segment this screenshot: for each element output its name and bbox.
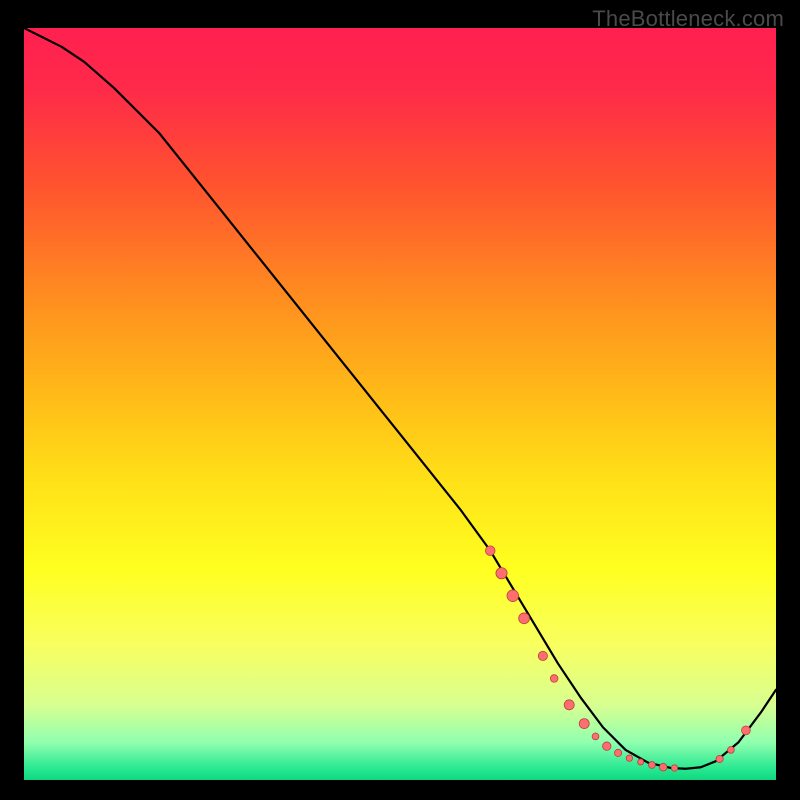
data-point xyxy=(519,613,530,624)
chart-background xyxy=(24,28,776,780)
data-point xyxy=(507,590,519,602)
chart-svg xyxy=(24,28,776,780)
watermark-label: TheBottleneck.com xyxy=(592,6,784,32)
data-point xyxy=(485,546,495,556)
data-point xyxy=(638,759,644,765)
data-point xyxy=(659,763,667,771)
data-point xyxy=(671,765,677,771)
data-point xyxy=(626,755,632,761)
data-point xyxy=(564,700,574,710)
data-point xyxy=(614,749,621,756)
chart-container: TheBottleneck.com xyxy=(0,0,800,800)
data-point xyxy=(496,568,507,579)
data-point xyxy=(579,719,589,729)
data-point xyxy=(727,747,734,754)
data-point xyxy=(538,651,547,660)
plot-area xyxy=(24,28,776,780)
data-point xyxy=(649,762,656,769)
data-point xyxy=(550,675,558,683)
data-point xyxy=(716,755,723,762)
data-point xyxy=(603,742,611,750)
data-point xyxy=(742,726,751,735)
data-point xyxy=(592,733,599,740)
